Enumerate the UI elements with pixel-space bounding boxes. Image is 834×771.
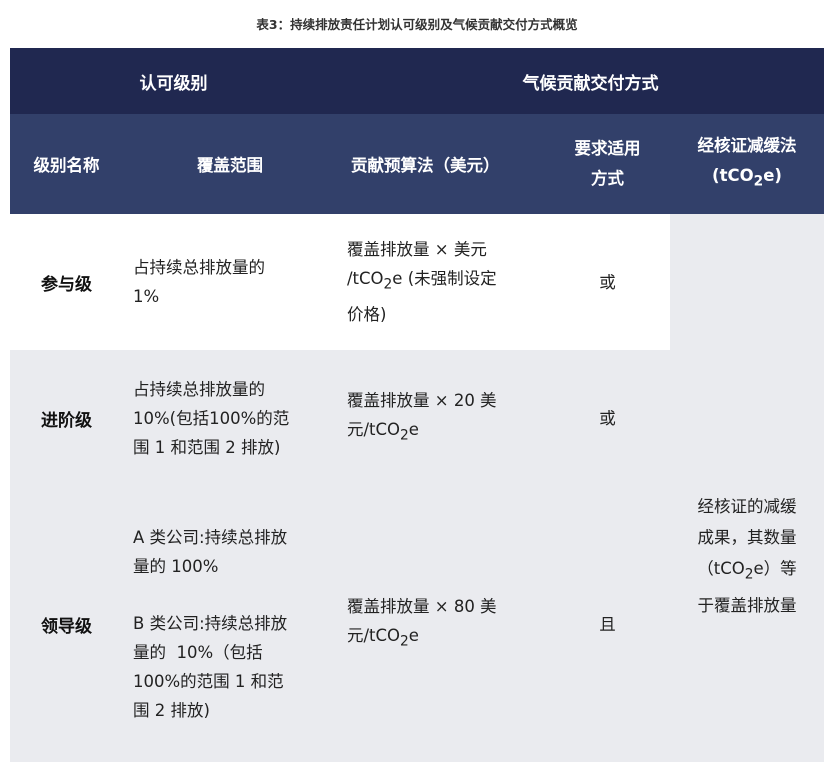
header-group-delivery-label: 气候贡献交付方式 [522, 73, 659, 94]
budget-unit-sub: 2 [400, 427, 409, 444]
table-caption: 表3：持续排放责任计划认可级别及气候贡献交付方式概览 [256, 17, 578, 32]
header-verified-line2: (tCO2e) [698, 161, 797, 196]
header-budget-label: 贡献预算法（美元） [351, 156, 500, 175]
budget-line: 价格) [347, 304, 387, 324]
scope-cell: A 类公司:持续总排放 量的 100% B 类公司:持续总排放 量的 10%（包… [123, 486, 337, 762]
header-method-line1: 要求适用 [574, 139, 641, 158]
header-group-recognition-label: 认可级别 [139, 73, 208, 94]
table-body-left: 参与级 占持续总排放量的 1% 覆盖排放量 × 美元 /tCO2e (未强制设定… [10, 214, 670, 762]
budget-unit-pre: 元/tCO [347, 625, 401, 645]
scope-line: A 类公司:持续总排放 [133, 528, 288, 547]
budget-cell: 覆盖排放量 × 美元 /tCO2e (未强制设定 价格) [337, 214, 545, 350]
budget-line: 元/tCO2e [347, 621, 497, 656]
header-level-name-label: 级别名称 [33, 156, 100, 175]
verified-line: （tCO2e）等 [680, 553, 814, 590]
budget-line: 元/tCO2e [347, 415, 497, 450]
header-method: 要求适用 方式 [545, 114, 670, 214]
recognition-table: 认可级别 气候贡献交付方式 级别名称 覆盖范围 贡献预算法（美元） 要求适用 方… [10, 48, 824, 762]
verified-line: 成果，其数量 [697, 527, 797, 547]
header-scope: 覆盖范围 [123, 114, 337, 214]
scope-line: B 类公司:持续总排放 [133, 614, 288, 633]
scope-line: 围 1 和范围 2 排放) [133, 437, 281, 457]
table-row: 进阶级 占持续总排放量的 10%(包括100%的范 围 1 和范围 2 排放) … [10, 350, 670, 486]
budget-unit-post: e (未强制设定 [392, 269, 497, 289]
method-cell: 或 [599, 272, 616, 292]
verified-line: 经核证的减缓 [697, 496, 797, 516]
header-row-columns: 级别名称 覆盖范围 贡献预算法（美元） 要求适用 方式 经核证减缓法 (tCO2… [10, 114, 824, 214]
scope-cell: 占持续总排放量的 10%(包括100%的范 围 1 和范围 2 排放) [123, 350, 337, 486]
method-cell: 且 [599, 614, 616, 634]
budget-unit-post: e [408, 419, 419, 439]
verified-unit-pre: （tCO [697, 558, 745, 578]
header-verified: 经核证减缓法 (tCO2e) [670, 114, 824, 214]
table-body: 参与级 占持续总排放量的 1% 覆盖排放量 × 美元 /tCO2e (未强制设定… [10, 214, 824, 762]
budget-unit-sub: 2 [383, 276, 393, 293]
scope-line: 10%(包括100%的范 [133, 408, 290, 428]
header-group-recognition: 认可级别 [10, 48, 337, 114]
budget-unit-sub: 2 [400, 633, 409, 650]
header-method-line2: 方式 [591, 169, 624, 188]
header-verified-unit-post: e) [763, 166, 782, 186]
budget-line: 覆盖排放量 × 80 美 [347, 596, 497, 616]
scope-line: 占持续总排放量的 [133, 258, 265, 277]
budget-line: /tCO2e (未强制设定 [347, 264, 497, 299]
header-verified-line1: 经核证减缓法 [697, 136, 797, 156]
verified-unit-post: e）等 [753, 558, 797, 578]
scope-line: 量的 10%（包括 [133, 643, 263, 662]
scope-gap [133, 581, 287, 609]
table-row: 领导级 A 类公司:持续总排放 量的 100% B 类公司:持续总排放 量的 1… [10, 486, 670, 762]
budget-line: 覆盖排放量 × 20 美 [347, 390, 497, 410]
budget-unit-post: e [408, 625, 419, 645]
level-name: 进阶级 [41, 410, 92, 431]
header-verified-unit-pre: (tCO [712, 166, 754, 186]
header-scope-label: 覆盖范围 [197, 156, 263, 175]
table-row: 参与级 占持续总排放量的 1% 覆盖排放量 × 美元 /tCO2e (未强制设定… [10, 214, 670, 350]
level-name: 领导级 [41, 616, 92, 637]
header-row-groups: 认可级别 气候贡献交付方式 [10, 48, 824, 114]
scope-cell: 占持续总排放量的 1% [123, 214, 337, 350]
verified-unit-sub: 2 [744, 566, 754, 583]
verified-column: 经核证的减缓 成果，其数量 （tCO2e）等 于覆盖排放量 [670, 214, 824, 762]
scope-line: 占持续总排放量的 [133, 379, 265, 399]
budget-line: 覆盖排放量 × 美元 [347, 240, 487, 260]
level-name: 参与级 [41, 274, 92, 295]
method-cell: 或 [599, 408, 616, 428]
verified-line: 于覆盖排放量 [697, 596, 797, 616]
header-level-name: 级别名称 [10, 114, 123, 214]
scope-line: 1% [133, 287, 160, 306]
budget-unit-pre: /tCO [347, 269, 384, 289]
scope-line: 围 2 排放) [133, 701, 210, 720]
header-budget: 贡献预算法（美元） [337, 114, 545, 214]
budget-unit-pre: 元/tCO [347, 419, 401, 439]
verified-merged-cell: 经核证的减缓 成果，其数量 （tCO2e）等 于覆盖排放量 [670, 350, 824, 762]
budget-cell: 覆盖排放量 × 80 美 元/tCO2e [337, 486, 545, 762]
scope-line: 量的 100% [133, 557, 219, 576]
verified-column-top [670, 214, 824, 350]
header-verified-unit-sub: 2 [753, 173, 764, 190]
header-group-delivery: 气候贡献交付方式 [337, 48, 824, 114]
budget-cell: 覆盖排放量 × 20 美 元/tCO2e [337, 350, 545, 486]
scope-line: 100%的范围 1 和范 [133, 672, 284, 691]
